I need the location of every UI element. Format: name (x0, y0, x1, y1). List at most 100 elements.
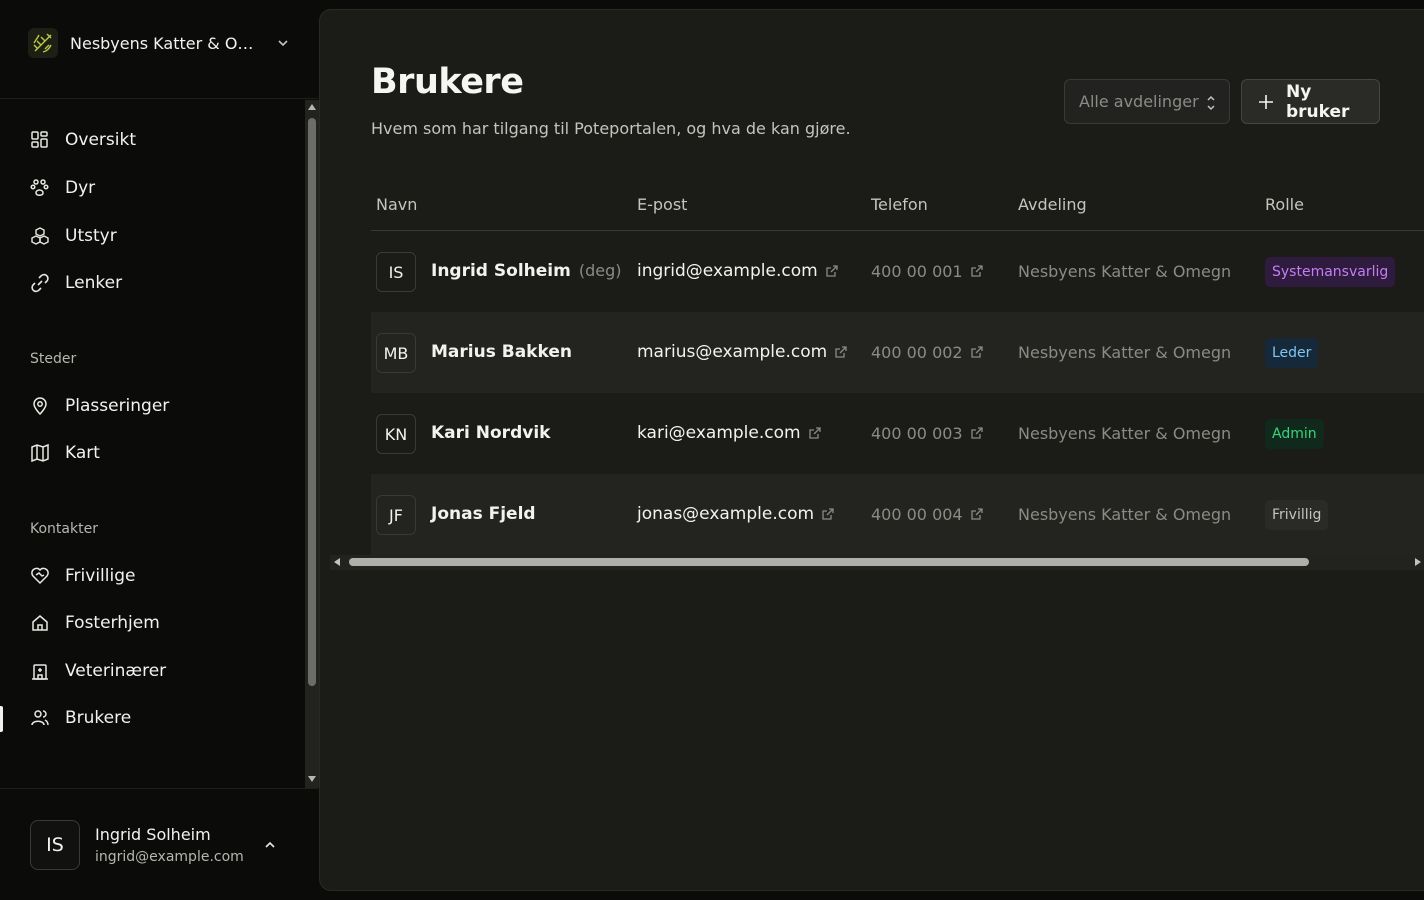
sidebar-item-label: Veterinærer (65, 661, 167, 681)
avatar: KN (376, 414, 416, 454)
hospital-icon (30, 661, 50, 681)
sidebar-scrollbar[interactable] (305, 100, 319, 788)
paw-icon (30, 178, 50, 198)
column-header-email[interactable]: E-post (637, 195, 687, 214)
email-link[interactable]: jonas@example.com (637, 504, 834, 524)
email-text: kari@example.com (637, 423, 801, 443)
sidebar-item-lenker[interactable]: Lenker (30, 271, 122, 295)
sidebar-item-label: Fosterhjem (65, 613, 160, 633)
section-label-steder: Steder (30, 351, 77, 367)
phone-link[interactable]: 400 00 004 (871, 505, 983, 524)
table-row[interactable]: KN Kari Nordvik kari@example.com 400 00 … (371, 393, 1424, 474)
home-icon (30, 613, 50, 633)
user-menu[interactable]: IS Ingrid Solheim ingrid@example.com (30, 820, 290, 870)
active-indicator (0, 706, 3, 732)
sidebar-nav: Oversikt Dyr Utstyr Lenker Steder Plasse… (0, 100, 305, 788)
sidebar-item-frivillige[interactable]: Frivillige (30, 564, 135, 588)
external-link-icon (825, 264, 838, 278)
column-header-role[interactable]: Rolle (1265, 195, 1304, 214)
sidebar-divider (0, 788, 318, 789)
section-label-kontakter: Kontakter (30, 521, 98, 537)
sidebar-item-oversikt[interactable]: Oversikt (30, 128, 136, 152)
plus-icon (1258, 94, 1274, 110)
user-name: Marius Bakken (431, 342, 572, 362)
scrollbar-thumb[interactable] (349, 558, 1309, 566)
department-text: Nesbyens Katter & Omegn (1018, 343, 1232, 362)
org-switcher[interactable]: Nesbyens Katter & Omegn (28, 28, 292, 58)
sidebar-item-utstyr[interactable]: Utstyr (30, 224, 117, 248)
user-name: Kari Nordvik (431, 423, 550, 443)
email-link[interactable]: marius@example.com (637, 342, 847, 362)
user-meta: Ingrid Solheim ingrid@example.com (95, 825, 245, 865)
user-name: Ingrid Solheim (95, 825, 211, 844)
department-select[interactable]: Alle avdelinger (1064, 79, 1230, 124)
scroll-up-icon[interactable] (308, 104, 316, 110)
scroll-left-icon[interactable] (334, 558, 340, 566)
external-link-icon (808, 426, 821, 440)
page-subtitle: Hvem som har tilgang til Poteportalen, o… (371, 119, 851, 138)
phone-link[interactable]: 400 00 003 (871, 424, 983, 443)
table-header: Navn E-post Telefon Avdeling Rolle (371, 180, 1424, 231)
self-tag: (deg) (578, 261, 622, 280)
scroll-right-icon[interactable] (1415, 558, 1421, 566)
external-link-icon (970, 346, 983, 359)
sidebar-item-fosterhjem[interactable]: Fosterhjem (30, 611, 160, 635)
phone-text: 400 00 004 (871, 505, 963, 524)
email-link[interactable]: ingrid@example.com (637, 261, 838, 281)
department-text: Nesbyens Katter & Omegn (1018, 262, 1232, 281)
sidebar-item-label: Brukere (65, 708, 132, 728)
heart-handshake-icon (30, 566, 50, 586)
email-text: marius@example.com (637, 342, 828, 362)
user-name-text: Marius Bakken (431, 342, 572, 362)
sidebar-item-veterinaerer[interactable]: Veterinærer (30, 659, 166, 683)
table-row[interactable]: IS Ingrid Solheim (deg) ingrid@example.co… (371, 231, 1424, 312)
link-icon (30, 273, 50, 293)
role-badge: Systemansvarlig (1265, 257, 1396, 287)
sidebar-item-label: Utstyr (65, 226, 117, 246)
sidebar-item-kart[interactable]: Kart (30, 441, 100, 465)
role-badge: Leder (1265, 338, 1319, 368)
external-link-icon (970, 265, 983, 278)
sidebar-item-label: Oversikt (65, 130, 136, 150)
users-table: Navn E-post Telefon Avdeling Rolle IS In… (371, 180, 1424, 555)
user-name-text: Ingrid Solheim (431, 261, 571, 281)
sidebar-item-dyr[interactable]: Dyr (30, 176, 95, 200)
email-link[interactable]: kari@example.com (637, 423, 821, 443)
new-user-label: Ny bruker (1286, 81, 1350, 122)
sidebar: Nesbyens Katter & Omegn Oversikt Dyr (0, 0, 319, 900)
table-row[interactable]: JF Jonas Fjeld jonas@example.com 400 00 … (371, 474, 1424, 555)
department-text: Nesbyens Katter & Omegn (1018, 505, 1232, 524)
column-header-name[interactable]: Navn (376, 195, 417, 214)
map-icon (30, 443, 50, 463)
phone-text: 400 00 003 (871, 424, 963, 443)
scroll-down-icon[interactable] (308, 776, 316, 782)
scrollbar-thumb[interactable] (308, 118, 316, 686)
sidebar-item-label: Plasseringer (65, 396, 170, 416)
new-user-button[interactable]: Ny bruker (1241, 79, 1380, 124)
sidebar-divider (0, 98, 318, 99)
email-text: jonas@example.com (637, 504, 815, 524)
chevron-down-icon (276, 36, 290, 50)
grid-icon (30, 130, 50, 150)
users-icon (30, 708, 50, 728)
user-name-text: Kari Nordvik (431, 423, 551, 443)
email-text: ingrid@example.com (637, 261, 818, 281)
phone-link[interactable]: 400 00 002 (871, 343, 983, 362)
phone-text: 400 00 001 (871, 262, 963, 281)
column-header-department[interactable]: Avdeling (1018, 195, 1087, 214)
column-header-phone[interactable]: Telefon (871, 195, 928, 214)
table-row[interactable]: MB Marius Bakken marius@example.com 400 … (371, 312, 1424, 393)
department-text: Nesbyens Katter & Omegn (1018, 424, 1232, 443)
avatar: MB (376, 333, 416, 373)
sidebar-item-label: Dyr (65, 178, 96, 198)
role-badge: Admin (1265, 419, 1324, 449)
phone-link[interactable]: 400 00 001 (871, 262, 983, 281)
role-badge: Frivillig (1265, 500, 1329, 530)
table-scrollbar[interactable] (330, 555, 1424, 570)
external-link-icon (970, 427, 983, 440)
phone-text: 400 00 002 (871, 343, 963, 362)
sidebar-item-label: Lenker (65, 273, 123, 293)
sidebar-item-brukere[interactable]: Brukere (30, 706, 131, 730)
avatar: IS (376, 252, 416, 292)
sidebar-item-plasseringer[interactable]: Plasseringer (30, 394, 169, 418)
